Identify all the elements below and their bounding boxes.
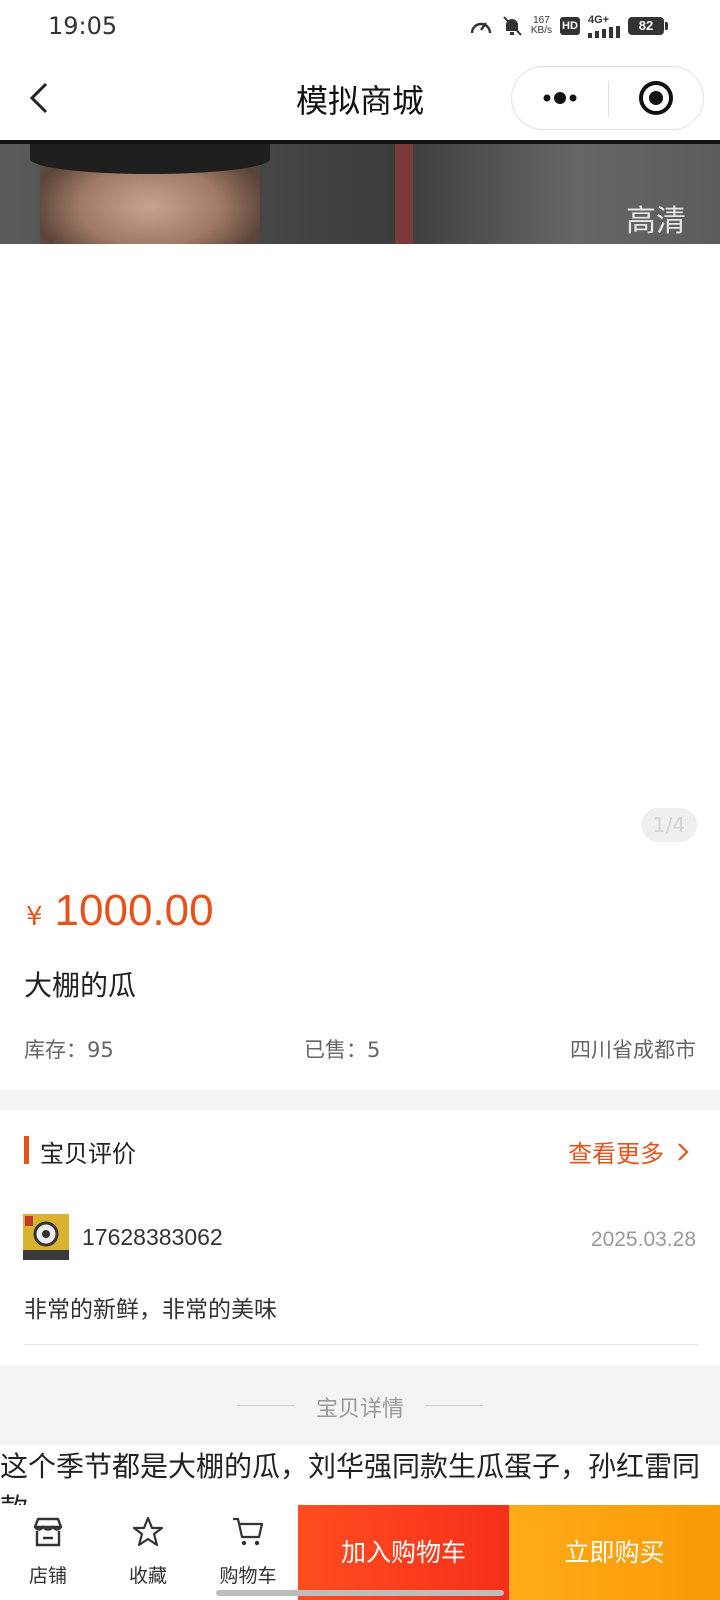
details-line-right [425,1405,483,1406]
section-divider [0,1090,720,1110]
chevron-right-icon [678,1142,689,1161]
video-frame-pole [395,144,413,244]
ship-location: 四川省成都市 [570,1038,696,1062]
mini-program-capsule [511,66,704,130]
review-item: 17628383062 2025.03.28 非常的新鲜，非常的美味 [0,1190,720,1345]
status-bar: 19:05 167 KB/s HD 4G+ 82 [0,0,720,56]
shop-label: 店铺 [28,1565,67,1587]
more-button[interactable] [512,67,608,129]
details-header: 宝贝详情 [0,1365,720,1445]
section-accent-bar [24,1136,29,1164]
speedometer-icon [470,22,492,34]
cart-label: 购物车 [219,1565,277,1587]
close-mini-program-button[interactable] [609,67,704,129]
shop-button[interactable]: 店铺 [0,1505,96,1600]
hd-quality-label[interactable]: 高清 [626,196,686,240]
signal-group: 4G+ [588,14,620,38]
favorite-label: 收藏 [128,1565,167,1587]
status-time: 19:05 [48,12,118,40]
target-icon [639,81,673,115]
video-frame-hair [30,144,270,174]
review-content: 非常的新鲜，非常的美味 [24,1297,277,1323]
home-indicator[interactable] [216,1590,504,1596]
reviews-title: 宝贝评价 [40,1140,136,1168]
price-value: 1000.00 [54,886,214,935]
review-date: 2025.03.28 [590,1228,696,1251]
avatar-image [23,1214,69,1260]
details-title: 宝贝详情 [315,1397,404,1422]
product-title: 大棚的瓜 [24,969,137,1002]
bottom-action-bar: 店铺 收藏 购物车 加入购物车 立即购买 [0,1505,720,1600]
review-divider [24,1344,698,1345]
add-to-cart-button[interactable]: 加入购物车 [298,1505,509,1600]
cart-icon [233,1517,264,1546]
see-more-label: 查看更多 [568,1140,664,1168]
net-speed: 167 KB/s [530,15,552,36]
more-dots-icon [543,92,577,104]
store-icon [33,1517,63,1547]
hd-badge: HD [560,17,580,35]
see-more-reviews-link[interactable]: 查看更多 [568,1134,690,1169]
currency-symbol: ¥ [26,902,43,932]
product-meta: 库存：95 已售：5 四川省成都市 [24,1034,696,1064]
avatar [23,1214,69,1260]
network-type: 4G+ [588,14,610,26]
product-image-area[interactable] [0,244,720,854]
signal-icon [588,26,620,38]
price: ¥ 1000.00 [26,886,214,936]
cart-button[interactable]: 购物车 [200,1505,296,1600]
stock-count: 库存：95 [24,1038,114,1062]
gallery-page-indicator: 1/4 [641,808,697,842]
sold-count: 已售：5 [304,1038,381,1062]
status-icons: 167 KB/s HD 4G+ 82 [469,14,668,38]
star-icon [132,1516,164,1547]
reviewer-name: 17628383062 [82,1224,223,1250]
product-video[interactable]: 高清 [0,140,720,244]
reviews-header: 宝贝评价 查看更多 [0,1110,720,1190]
buy-now-button[interactable]: 立即购买 [509,1505,720,1600]
bell-muted-icon [503,16,522,36]
battery-icon: 82 [628,17,668,35]
favorite-button[interactable]: 收藏 [100,1505,196,1600]
nav-bar: 模拟商城 [0,56,720,140]
